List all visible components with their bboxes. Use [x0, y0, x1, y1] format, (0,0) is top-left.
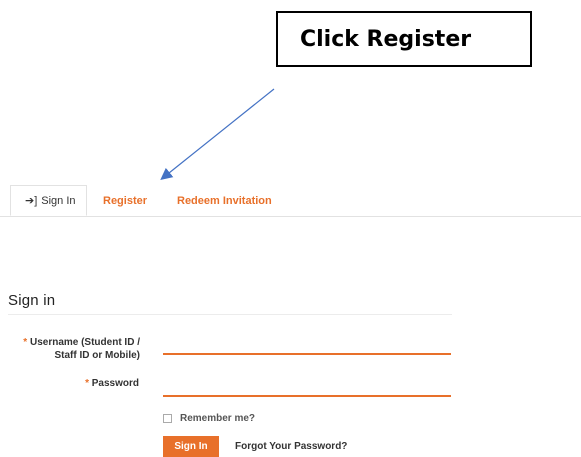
- remember-me-label[interactable]: Remember me?: [180, 413, 255, 424]
- remember-me-checkbox[interactable]: [163, 414, 172, 423]
- required-marker: *: [85, 378, 89, 389]
- password-label: * Password: [10, 377, 139, 390]
- sign-in-icon: ➔]: [25, 195, 38, 207]
- tab-register-label: Register: [103, 194, 148, 207]
- tab-register[interactable]: Register: [103, 185, 147, 216]
- annotation-arrow: [160, 88, 275, 180]
- tab-redeem-invitation[interactable]: Redeem Invitation: [177, 185, 272, 216]
- password-input[interactable]: [163, 377, 451, 397]
- tab-sign-in-label: Sign In: [41, 194, 76, 207]
- auth-tabs: ➔] Sign In Register Redeem Invitation: [0, 185, 581, 217]
- tab-sign-in[interactable]: ➔] Sign In: [10, 185, 87, 216]
- signin-title: Sign in: [8, 292, 56, 309]
- required-marker: *: [23, 337, 28, 348]
- sign-in-button[interactable]: Sign In: [163, 436, 219, 457]
- username-label-text: Username (Student ID / Staff ID or Mobil…: [29, 337, 140, 361]
- forgot-password-link[interactable]: Forgot Your Password?: [235, 441, 347, 452]
- callout-text: Click Register: [300, 26, 472, 52]
- annotation-callout: Click Register: [276, 11, 532, 67]
- tab-redeem-label: Redeem Invitation: [177, 194, 272, 207]
- username-input[interactable]: [163, 335, 451, 355]
- password-label-text: Password: [91, 378, 139, 389]
- username-label: * Username (Student ID / Staff ID or Mob…: [10, 336, 140, 362]
- remember-me-row: Remember me?: [163, 413, 255, 424]
- section-divider: [8, 314, 452, 315]
